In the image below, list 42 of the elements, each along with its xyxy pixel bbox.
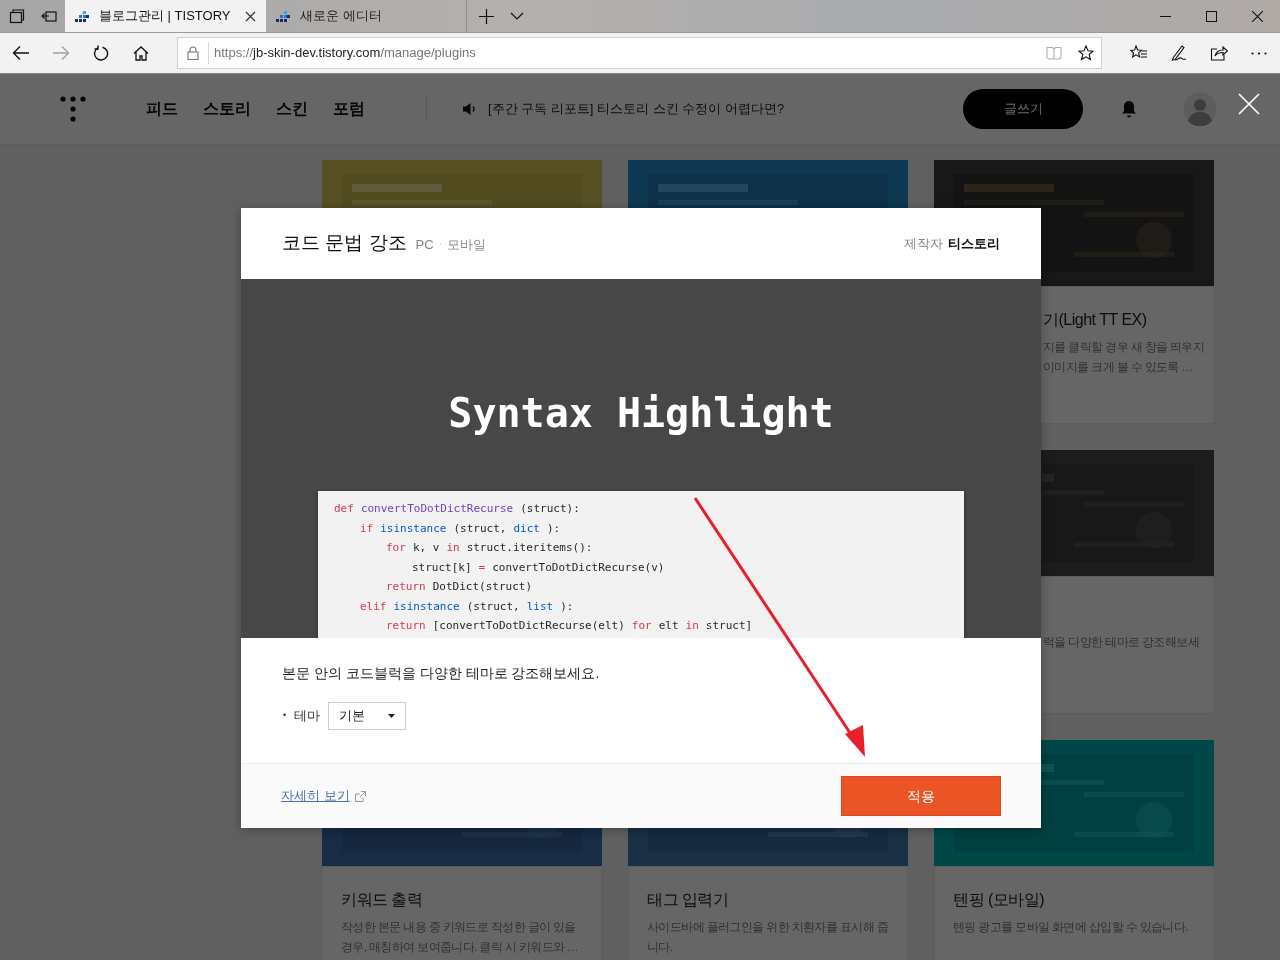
code-line: if isinstance (struct, dict ): — [359, 520, 562, 537]
caret-icon — [388, 714, 396, 718]
nav-link[interactable]: 스토리 — [203, 97, 251, 121]
browser-tab[interactable]: 새로운 에디터 — [266, 0, 467, 32]
browser-tab[interactable]: 블로그관리 | TISTORY — [65, 0, 266, 32]
code-line: return DotDict(struct) — [385, 579, 534, 595]
preview-title: Syntax Highlight — [448, 389, 834, 437]
bell-icon[interactable] — [1121, 100, 1137, 118]
code-line: for k, v in struct.iteritems(): — [385, 540, 594, 556]
plugin-description: 본문 안의 코드블럭을 다양한 테마로 강조해보세요. — [282, 664, 601, 683]
theme-label: 테마 — [294, 707, 321, 726]
site-favicon-icon — [75, 10, 89, 22]
external-link-icon — [354, 790, 366, 802]
nav-link[interactable]: 피드 — [146, 97, 178, 121]
theme-select[interactable]: 기본 — [328, 702, 407, 730]
site-favicon-icon — [276, 10, 290, 22]
close-icon[interactable] — [245, 10, 256, 22]
notice-link[interactable]: [주간 구독 리포트] 티스토리 스킨 수정이 어렵다면? — [488, 99, 785, 119]
separator-dot: · — [438, 237, 442, 251]
url-text: https://jb-skin-dev.tistory.com/manage/plugins — [214, 44, 477, 63]
card-title: 기(Light TT EX) — [1043, 310, 1147, 330]
code-line: def convertToDotDictRecurse (struct): — [334, 501, 581, 517]
bullet: • — [283, 709, 287, 723]
maker-label: 제작자 — [904, 234, 943, 253]
nav-link[interactable]: 포럼 — [333, 97, 365, 121]
card-title: 텐핑 (모바일) — [953, 890, 1045, 910]
details-link[interactable]: 자세히 보기 — [281, 786, 350, 806]
logo-icon[interactable] — [60, 96, 86, 122]
dialog-title: 코드 문법 강조 — [282, 231, 407, 256]
speaker-icon — [462, 102, 478, 116]
nav-link[interactable]: 스킨 — [276, 97, 308, 121]
card-title: 태그 입력기 — [647, 890, 729, 910]
write-button[interactable]: 글쓰기 — [963, 89, 1083, 129]
code-line: elif isinstance (struct, list ): — [359, 598, 575, 615]
platform-label: PC — [415, 236, 434, 255]
code-line: return [convertToDotDictRecurse(elt) for elt in struct] — [385, 618, 754, 634]
card-title: 키워드 출력 — [341, 890, 423, 910]
platform-label: 모바일 — [446, 236, 486, 255]
code-line: struct[k] = convertToDotDictRecurse(v) — [411, 559, 666, 576]
apply-button[interactable]: 적용 — [841, 776, 1001, 816]
maker-name: 티스토리 — [948, 234, 1000, 253]
address-bar[interactable]: https://jb-skin-dev.tistory.com/manage/plugins — [177, 37, 1102, 69]
